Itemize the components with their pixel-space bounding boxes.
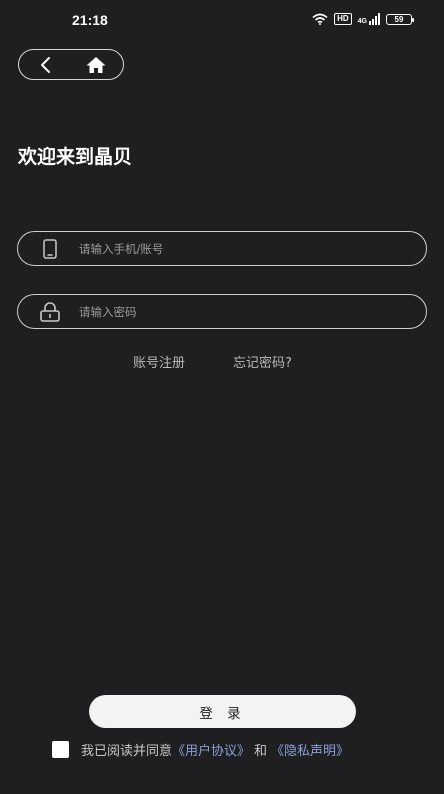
welcome-title: 欢迎来到晶贝 xyxy=(18,146,133,168)
phone-icon xyxy=(39,238,61,260)
privacy-policy-link[interactable]: 《隐私声明》 xyxy=(271,740,349,759)
nav-capsule xyxy=(18,49,124,80)
home-button[interactable] xyxy=(85,55,107,75)
status-icons: HD 4G 59 xyxy=(312,13,414,25)
phone-input[interactable] xyxy=(77,240,401,257)
signal-icon: 4G xyxy=(358,13,380,25)
forgot-password-link[interactable]: 忘记密码? xyxy=(233,352,292,371)
auth-links: 账号注册 忘记密码? xyxy=(0,352,444,372)
agreement-prefix: 我已阅读并同意 xyxy=(81,743,173,759)
agreement-and: 和 xyxy=(254,743,268,759)
chevron-left-icon xyxy=(41,57,50,73)
agreement-checkbox[interactable] xyxy=(52,740,69,758)
login-button[interactable]: 登 录 xyxy=(89,695,356,728)
signal-label: 4G xyxy=(357,18,367,25)
agreement-row: 我已阅读并同意 《用户协议》 和 《隐私声明》 xyxy=(52,739,349,759)
lock-icon xyxy=(39,301,61,323)
wifi-icon xyxy=(312,13,328,25)
battery-icon: 59 xyxy=(386,13,414,25)
hd-badge: HD xyxy=(334,13,352,25)
password-input-field[interactable] xyxy=(17,294,427,329)
back-button[interactable] xyxy=(37,56,57,74)
user-agreement-link[interactable]: 《用户协议》 xyxy=(172,740,250,759)
status-time: 21:18 xyxy=(72,12,108,28)
password-input[interactable] xyxy=(77,303,401,320)
phone-input-field[interactable] xyxy=(17,231,427,266)
register-link[interactable]: 账号注册 xyxy=(133,352,185,371)
status-bar: 21:18 HD 4G 59 xyxy=(0,0,444,40)
battery-level: 59 xyxy=(394,14,404,24)
home-icon xyxy=(86,57,106,73)
